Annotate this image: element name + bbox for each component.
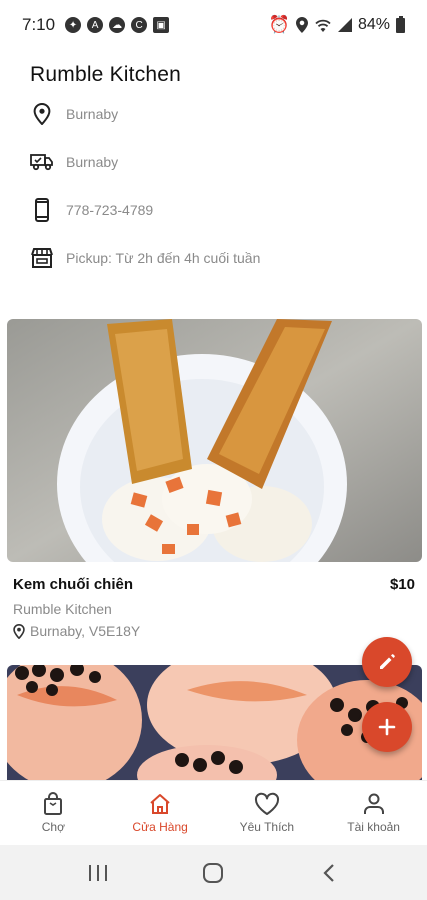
store-pickup-row: Pickup: Từ 2h đến 4h cuối tuần bbox=[30, 246, 260, 270]
image-icon: ▣ bbox=[153, 17, 170, 33]
home-button[interactable] bbox=[193, 853, 233, 893]
nav-label-market: Chợ bbox=[41, 820, 65, 834]
battery-percent: 84% bbox=[357, 16, 390, 33]
nav-label-favorites: Yêu Thích bbox=[239, 820, 295, 834]
battery-icon bbox=[396, 15, 405, 33]
product-price: $10 bbox=[389, 576, 415, 593]
store-address: Burnaby bbox=[66, 106, 119, 122]
product-location: Burnaby, V5E18Y bbox=[30, 623, 141, 639]
edit-button[interactable] bbox=[362, 637, 412, 687]
back-chevron-icon bbox=[323, 863, 334, 882]
heart-icon bbox=[254, 792, 279, 815]
location-pin-icon bbox=[13, 623, 25, 639]
store-delivery-row: Burnaby bbox=[30, 150, 118, 174]
status-time: 7:10 bbox=[22, 15, 56, 34]
product-name[interactable]: Kem chuối chiên bbox=[13, 576, 133, 593]
store-phone-row: 778-723-4789 bbox=[30, 198, 153, 222]
product-location-row: Burnaby, V5E18Y bbox=[13, 623, 140, 639]
location-status-icon bbox=[295, 17, 308, 33]
store-phone[interactable]: 778-723-4789 bbox=[66, 202, 153, 218]
cloud-icon: ☁ bbox=[109, 17, 126, 33]
nav-label-account: Tài khoản bbox=[347, 820, 400, 834]
status-bar: 7:10 ✦ A ☁ C ▣ ⏰ 84% bbox=[0, 0, 427, 50]
app-c-icon: C bbox=[131, 17, 148, 33]
store-delivery: Burnaby bbox=[66, 154, 119, 170]
location-pin-icon bbox=[30, 102, 54, 126]
alarm-icon: ⏰ bbox=[268, 15, 290, 34]
store-icon bbox=[150, 794, 170, 814]
add-button[interactable] bbox=[362, 702, 412, 752]
store-address-row: Burnaby bbox=[30, 102, 118, 126]
plus-icon bbox=[378, 718, 396, 736]
storefront-icon bbox=[30, 246, 54, 270]
messenger-icon: ✦ bbox=[65, 17, 82, 33]
nav-item-account[interactable]: Tài khoản bbox=[320, 781, 427, 845]
store-name: Rumble Kitchen bbox=[30, 63, 182, 86]
product-store: Rumble Kitchen bbox=[13, 601, 112, 617]
bag-icon bbox=[44, 792, 63, 815]
app-notification-icon: A bbox=[87, 17, 104, 33]
recent-apps-button[interactable] bbox=[78, 853, 118, 893]
bottom-nav: Chợ Cửa Hàng Yêu Thích Tài khoản bbox=[0, 780, 427, 845]
delivery-truck-icon bbox=[30, 150, 54, 174]
phone-icon bbox=[30, 198, 54, 222]
home-circle-icon bbox=[203, 862, 224, 883]
nav-item-market[interactable]: Chợ bbox=[0, 781, 107, 845]
pencil-icon bbox=[380, 654, 395, 669]
nav-item-store[interactable]: Cửa Hàng bbox=[107, 781, 214, 845]
back-button[interactable] bbox=[309, 853, 349, 893]
nav-label-store: Cửa Hàng bbox=[132, 820, 188, 834]
store-pickup: Pickup: Từ 2h đến 4h cuối tuần bbox=[66, 250, 261, 266]
user-icon bbox=[363, 793, 384, 814]
system-nav-bar bbox=[0, 845, 427, 900]
recent-apps-icon bbox=[88, 864, 107, 881]
product-image-bubble-tea[interactable] bbox=[7, 665, 422, 780]
nav-item-favorites[interactable]: Yêu Thích bbox=[214, 781, 321, 845]
product-image-banana-fritter[interactable] bbox=[7, 319, 422, 562]
wifi-icon bbox=[315, 19, 331, 32]
signal-icon bbox=[337, 18, 352, 32]
